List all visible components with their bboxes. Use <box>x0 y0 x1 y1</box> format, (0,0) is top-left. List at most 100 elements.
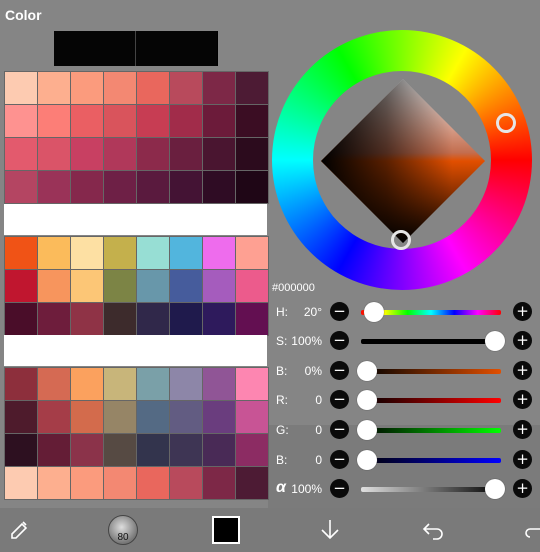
palette-swatch[interactable] <box>236 467 268 499</box>
palette-swatch[interactable] <box>236 368 268 400</box>
decrement-blue-button[interactable]: − <box>330 450 349 469</box>
palette-swatch[interactable] <box>170 368 202 400</box>
palette-swatch[interactable] <box>170 171 202 203</box>
decrement-alpha-button[interactable]: − <box>330 479 349 498</box>
swap-tool-icon[interactable] <box>6 508 34 552</box>
palette-swatch[interactable] <box>137 368 169 400</box>
slider-knob-hue[interactable] <box>364 302 385 322</box>
increment-red-button[interactable]: + <box>513 390 532 409</box>
increment-alpha-button[interactable]: + <box>513 479 532 498</box>
decrement-brightness-button[interactable]: − <box>330 361 349 380</box>
palette-swatch[interactable] <box>170 72 202 104</box>
palette-swatch[interactable] <box>5 237 37 269</box>
palette-swatch[interactable] <box>38 467 70 499</box>
palette-empty-row[interactable] <box>4 204 267 235</box>
palette-swatch[interactable] <box>236 138 268 170</box>
palette-swatch[interactable] <box>71 237 103 269</box>
increment-green-button[interactable]: + <box>513 420 532 439</box>
increment-brightness-button[interactable]: + <box>513 361 532 380</box>
palette-swatch[interactable] <box>104 105 136 137</box>
palette-swatch[interactable] <box>203 303 235 335</box>
palette-swatch[interactable] <box>203 105 235 137</box>
palette-swatch[interactable] <box>71 72 103 104</box>
palette-swatch[interactable] <box>71 138 103 170</box>
palette-swatch[interactable] <box>104 303 136 335</box>
brush-icon[interactable]: 80 <box>107 508 139 552</box>
palette-swatch[interactable] <box>236 72 268 104</box>
palette-swatch[interactable] <box>236 434 268 466</box>
palette-swatch[interactable] <box>38 401 70 433</box>
slider-knob-saturation[interactable] <box>485 331 505 351</box>
slider-knob-blue[interactable] <box>357 450 377 470</box>
decrement-green-button[interactable]: − <box>330 420 349 439</box>
slider-track-blue[interactable] <box>361 458 501 463</box>
slider-knob-alpha[interactable] <box>485 479 505 499</box>
slider-knob-brightness[interactable] <box>357 361 377 381</box>
palette-swatch[interactable] <box>203 401 235 433</box>
palette-swatch[interactable] <box>38 303 70 335</box>
palette-swatch[interactable] <box>5 467 37 499</box>
palette-swatch[interactable] <box>71 434 103 466</box>
palette-swatch[interactable] <box>104 368 136 400</box>
color-compare-swatch[interactable] <box>54 31 218 66</box>
download-icon[interactable] <box>317 508 343 552</box>
palette-swatch[interactable] <box>137 303 169 335</box>
palette-swatch[interactable] <box>170 303 202 335</box>
palette-swatch[interactable] <box>236 401 268 433</box>
palette-swatch[interactable] <box>170 237 202 269</box>
palette-swatch[interactable] <box>5 434 37 466</box>
palette-swatch[interactable] <box>104 138 136 170</box>
slider-track-alpha[interactable] <box>361 487 501 492</box>
palette-swatch[interactable] <box>5 105 37 137</box>
palette-swatch[interactable] <box>203 138 235 170</box>
palette-swatch[interactable] <box>137 467 169 499</box>
palette-swatch[interactable] <box>137 401 169 433</box>
palette-swatch[interactable] <box>5 72 37 104</box>
increment-saturation-button[interactable]: + <box>513 331 532 350</box>
palette-swatch[interactable] <box>38 171 70 203</box>
color-picker-handle[interactable] <box>391 230 411 250</box>
palette-swatch[interactable] <box>104 467 136 499</box>
palette-swatch[interactable] <box>137 72 169 104</box>
palette-swatch[interactable] <box>137 237 169 269</box>
slider-track-saturation[interactable] <box>361 339 501 344</box>
palette-swatch[interactable] <box>104 72 136 104</box>
palette-swatch[interactable] <box>71 368 103 400</box>
palette-swatch[interactable] <box>203 237 235 269</box>
palette-swatch[interactable] <box>38 105 70 137</box>
palette-swatch[interactable] <box>170 138 202 170</box>
increment-hue-button[interactable]: + <box>513 302 532 321</box>
slider-knob-red[interactable] <box>357 390 377 410</box>
palette-swatch[interactable] <box>5 270 37 302</box>
palette-swatch[interactable] <box>203 171 235 203</box>
undo-icon[interactable] <box>420 508 446 552</box>
palette-swatch[interactable] <box>5 401 37 433</box>
slider-track-green[interactable] <box>361 428 501 433</box>
decrement-hue-button[interactable]: − <box>330 302 349 321</box>
palette-swatch[interactable] <box>5 303 37 335</box>
current-color-swatch[interactable] <box>136 31 217 66</box>
palette-swatch[interactable] <box>38 237 70 269</box>
brush-size-thumbnail[interactable]: 80 <box>108 515 138 545</box>
palette-swatch[interactable] <box>137 270 169 302</box>
palette-swatch[interactable] <box>203 72 235 104</box>
palette-swatch[interactable] <box>71 171 103 203</box>
palette-swatch[interactable] <box>5 171 37 203</box>
palette-swatch[interactable] <box>71 105 103 137</box>
palette-swatch[interactable] <box>38 368 70 400</box>
palette-swatch[interactable] <box>5 138 37 170</box>
palette-swatch[interactable] <box>137 105 169 137</box>
palette-swatch[interactable] <box>236 237 268 269</box>
palette-swatch[interactable] <box>71 401 103 433</box>
palette-swatch[interactable] <box>170 434 202 466</box>
increment-blue-button[interactable]: + <box>513 450 532 469</box>
palette-swatch[interactable] <box>71 467 103 499</box>
palette-swatch[interactable] <box>203 467 235 499</box>
decrement-saturation-button[interactable]: − <box>330 331 349 350</box>
hue-wheel-handle[interactable] <box>496 113 516 133</box>
palette-swatch[interactable] <box>38 270 70 302</box>
palette-swatch[interactable] <box>71 270 103 302</box>
palette-swatch[interactable] <box>104 270 136 302</box>
color-chip-button[interactable] <box>212 508 240 552</box>
palette-swatch[interactable] <box>38 138 70 170</box>
